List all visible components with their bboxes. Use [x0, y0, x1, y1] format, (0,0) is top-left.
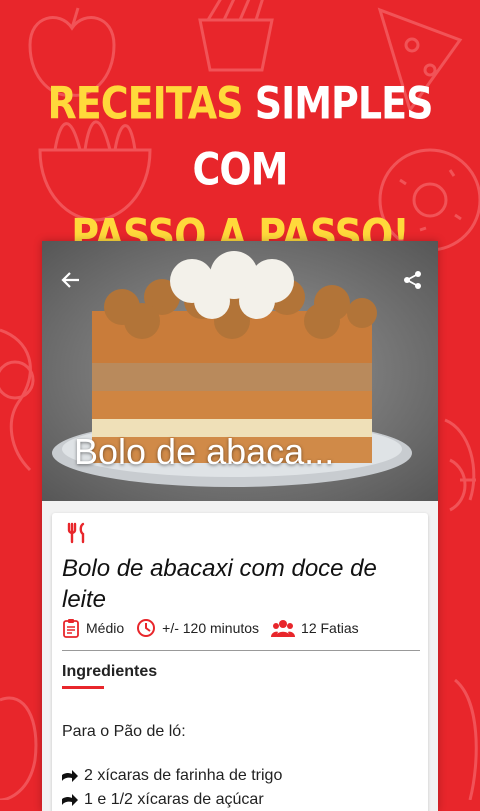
- app-screen: Bolo de abaca... Bolo de abacaxi com doc…: [42, 241, 438, 811]
- servings-label: 12 Fatias: [301, 620, 359, 636]
- hero-recipe-title: Bolo de abaca...: [74, 431, 335, 472]
- clipboard-icon: [63, 619, 79, 638]
- difficulty: Médio: [62, 618, 124, 638]
- ingredient-item: 2 xícaras de farinha de trigo: [62, 767, 282, 785]
- arrow-right-icon: [62, 770, 78, 782]
- ingredient-text: 1 e 1/2 xícaras de açúcar: [84, 791, 264, 808]
- people-icon: [271, 620, 296, 637]
- recipe-meta: Médio +/- 120 minutos 12 Fatias: [62, 618, 371, 638]
- arrow-right-icon: [62, 794, 78, 806]
- difficulty-label: Médio: [86, 620, 125, 636]
- ingredients-heading: Ingredientes: [62, 663, 158, 680]
- back-button[interactable]: [56, 265, 86, 295]
- promo-headline: RECEITAS SIMPLES COM PASSO A PASSO!: [0, 70, 480, 268]
- headline-line-1: RECEITAS SIMPLES COM: [0, 70, 480, 202]
- ingredient-item: 1 e 1/2 xícaras de açúcar: [62, 791, 264, 809]
- recipe-title: Bolo de abacaxi com doce de leite: [62, 555, 377, 613]
- share-button[interactable]: [398, 265, 428, 295]
- share-icon: [404, 271, 421, 289]
- prep-time-label: +/- 120 minutos: [162, 620, 260, 636]
- arrow-left-icon: [61, 272, 79, 288]
- divider: [62, 650, 420, 651]
- ingredients-heading-underline: [62, 686, 104, 689]
- ingredient-group-title: Para o Pão de ló:: [62, 723, 186, 740]
- clock-icon: [137, 619, 156, 637]
- servings: 12 Fatias: [271, 618, 359, 638]
- utensils-icon: [67, 522, 85, 544]
- recipe-hero-image: Bolo de abaca...: [42, 241, 438, 501]
- prep-time: +/- 120 minutos: [136, 618, 259, 638]
- headline-yellow-word: RECEITAS: [47, 77, 244, 129]
- ingredient-text: 2 xícaras de farinha de trigo: [84, 767, 283, 784]
- recipe-card: Bolo de abacaxi com doce de leite Médio …: [52, 513, 428, 811]
